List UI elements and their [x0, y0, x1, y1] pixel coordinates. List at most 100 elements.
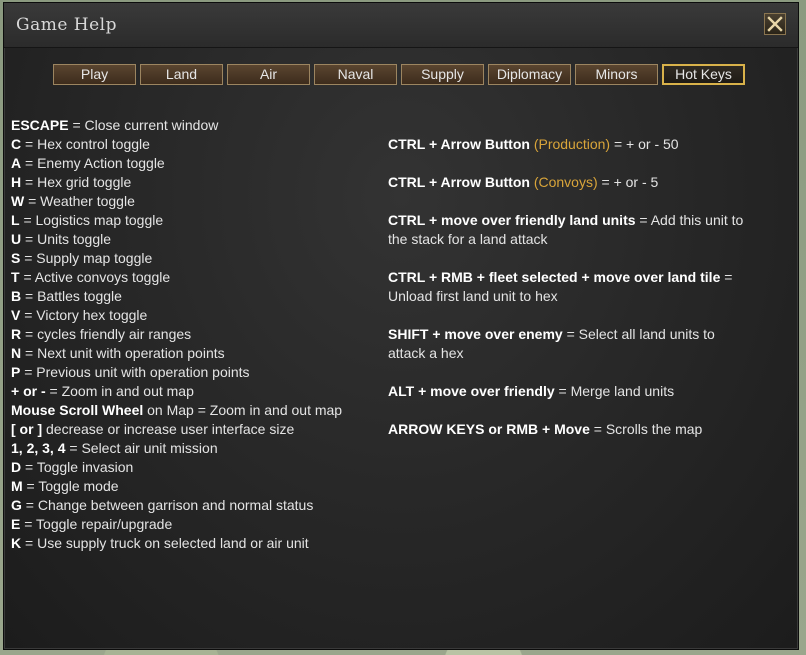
- hotkey-line: N = Next unit with operation points: [11, 344, 381, 363]
- hotkey-desc: = Merge land units: [554, 383, 675, 399]
- hotkey-desc: = Change between garrison and normal sta…: [21, 497, 314, 513]
- hotkey-key: W: [11, 193, 25, 209]
- hotkey-key: M: [11, 478, 23, 494]
- hotkey-desc: = Zoom in and out map: [45, 383, 194, 399]
- hotkey-desc: = Next unit with operation points: [21, 345, 225, 361]
- hotkey-desc: = Toggle invasion: [21, 459, 134, 475]
- hotkey-line: L = Logistics map toggle: [11, 211, 381, 230]
- tab-land[interactable]: Land: [140, 64, 223, 85]
- hotkey-key: K: [11, 535, 22, 551]
- hotkey-line: G = Change between garrison and normal s…: [11, 496, 381, 515]
- tab-play[interactable]: Play: [53, 64, 136, 85]
- hotkey-key: U: [11, 231, 22, 247]
- help-tabs: Play Land Air Naval Supply Diplomacy Min…: [53, 64, 745, 85]
- tab-diplomacy[interactable]: Diplomacy: [488, 64, 571, 85]
- hotkey-key: CTRL + Arrow Button: [388, 174, 530, 190]
- hotkey-desc: = Units toggle: [21, 231, 112, 247]
- hotkey-key: D: [11, 459, 22, 475]
- hotkey-desc: = Weather toggle: [24, 193, 135, 209]
- hotkey-key: N: [11, 345, 22, 361]
- hotkey-line: U = Units toggle: [11, 230, 381, 249]
- hotkey-key: P: [11, 364, 21, 380]
- hotkey-line: W = Weather toggle: [11, 192, 381, 211]
- hotkey-key: B: [11, 288, 22, 304]
- hotkey-key: + or -: [11, 383, 46, 399]
- hotkeys-right-column: CTRL + Arrow Button (Production) = + or …: [388, 135, 778, 458]
- hotkey-entry: ARROW KEYS or RMB + Move = Scrolls the m…: [388, 420, 778, 439]
- hotkey-desc: = Toggle repair/upgrade: [20, 516, 173, 532]
- tab-naval[interactable]: Naval: [314, 64, 397, 85]
- hotkey-key: S: [11, 250, 21, 266]
- hotkey-key: G: [11, 497, 22, 513]
- hotkey-desc: = Previous unit with operation points: [20, 364, 250, 380]
- hotkey-entry: CTRL + Arrow Button (Production) = + or …: [388, 135, 778, 154]
- hotkey-line: P = Previous unit with operation points: [11, 363, 381, 382]
- hotkey-line: B = Battles toggle: [11, 287, 381, 306]
- hotkey-desc: decrease or increase user interface size: [42, 421, 295, 437]
- hotkey-line: M = Toggle mode: [11, 477, 381, 496]
- hotkey-key: CTRL + RMB + fleet selected + move over …: [388, 269, 721, 285]
- hotkey-key: E: [11, 516, 21, 532]
- hotkey-line: E = Toggle repair/upgrade: [11, 515, 381, 534]
- hotkey-desc: = Victory hex toggle: [20, 307, 148, 323]
- hotkey-key: L: [11, 212, 20, 228]
- hotkey-desc: = + or - 50: [610, 136, 679, 152]
- title-bar: Game Help: [4, 3, 798, 48]
- hotkey-key: A: [11, 155, 22, 171]
- hotkey-entry: CTRL + Arrow Button (Convoys) = + or - 5: [388, 173, 778, 192]
- hotkey-line: C = Hex control toggle: [11, 135, 381, 154]
- hotkey-line: S = Supply map toggle: [11, 249, 381, 268]
- hotkey-desc: = Scrolls the map: [589, 421, 703, 437]
- hotkey-desc: = Add this unit to: [635, 212, 744, 228]
- tab-air[interactable]: Air: [227, 64, 310, 85]
- hotkey-entry: CTRL + RMB + fleet selected + move over …: [388, 268, 778, 306]
- hotkey-key: CTRL + Arrow Button: [388, 136, 530, 152]
- hotkey-line: D = Toggle invasion: [11, 458, 381, 477]
- hotkey-tag: (Production): [529, 136, 611, 152]
- hotkey-desc-cont: Unload first land unit to hex: [388, 288, 558, 304]
- hotkey-tag: (Convoys): [529, 174, 598, 190]
- hotkey-desc: = Hex grid toggle: [21, 174, 132, 190]
- tab-minors[interactable]: Minors: [575, 64, 658, 85]
- hotkey-desc: = Supply map toggle: [20, 250, 153, 266]
- hotkey-line: T = Active convoys toggle: [11, 268, 381, 287]
- hotkey-desc-cont: attack a hex: [388, 345, 464, 361]
- hotkey-desc: =: [720, 269, 733, 285]
- tab-supply[interactable]: Supply: [401, 64, 484, 85]
- hotkey-line: H = Hex grid toggle: [11, 173, 381, 192]
- hotkey-desc: = Close current window: [68, 117, 219, 133]
- tab-hot-keys[interactable]: Hot Keys: [662, 64, 745, 85]
- hotkey-desc: = + or - 5: [597, 174, 659, 190]
- hotkey-line: A = Enemy Action toggle: [11, 154, 381, 173]
- game-help-window: Game Help Play Land Air Naval Supply Dip…: [3, 2, 799, 650]
- hotkey-desc: = cycles friendly air ranges: [21, 326, 192, 342]
- hotkey-desc: = Battles toggle: [21, 288, 122, 304]
- hotkey-entry: ALT + move over friendly = Merge land un…: [388, 382, 778, 401]
- hotkey-key: SHIFT + move over enemy: [388, 326, 563, 342]
- hotkey-key: C: [11, 136, 22, 152]
- hotkey-key: ESCAPE: [11, 117, 69, 133]
- close-button[interactable]: [764, 13, 786, 35]
- hotkey-key: ALT + move over friendly: [388, 383, 555, 399]
- hotkey-key: 1, 2, 3, 4: [11, 440, 66, 456]
- hotkey-key: T: [11, 269, 20, 285]
- hotkey-line: ESCAPE = Close current window: [11, 116, 381, 135]
- hotkey-entry: CTRL + move over friendly land units = A…: [388, 211, 778, 249]
- hotkey-line: V = Victory hex toggle: [11, 306, 381, 325]
- hotkey-key: V: [11, 307, 21, 323]
- hotkey-key: [ or ]: [11, 421, 43, 437]
- hotkey-desc: = Select all land units to: [562, 326, 715, 342]
- hotkey-desc: = Toggle mode: [22, 478, 119, 494]
- hotkey-line: [ or ] decrease or increase user interfa…: [11, 420, 381, 439]
- hotkey-line: K = Use supply truck on selected land or…: [11, 534, 381, 553]
- hotkey-entry: SHIFT + move over enemy = Select all lan…: [388, 325, 778, 363]
- hotkey-line: 1, 2, 3, 4 = Select air unit mission: [11, 439, 381, 458]
- hotkey-desc: = Enemy Action toggle: [21, 155, 165, 171]
- close-icon: [767, 16, 783, 32]
- hotkeys-left-column: ESCAPE = Close current window C = Hex co…: [11, 116, 381, 553]
- hotkey-key: H: [11, 174, 22, 190]
- hotkey-line: Mouse Scroll Wheel on Map = Zoom in and …: [11, 401, 381, 420]
- hotkey-desc: = Use supply truck on selected land or a…: [21, 535, 309, 551]
- hotkey-line: + or - = Zoom in and out map: [11, 382, 381, 401]
- hotkey-key: R: [11, 326, 22, 342]
